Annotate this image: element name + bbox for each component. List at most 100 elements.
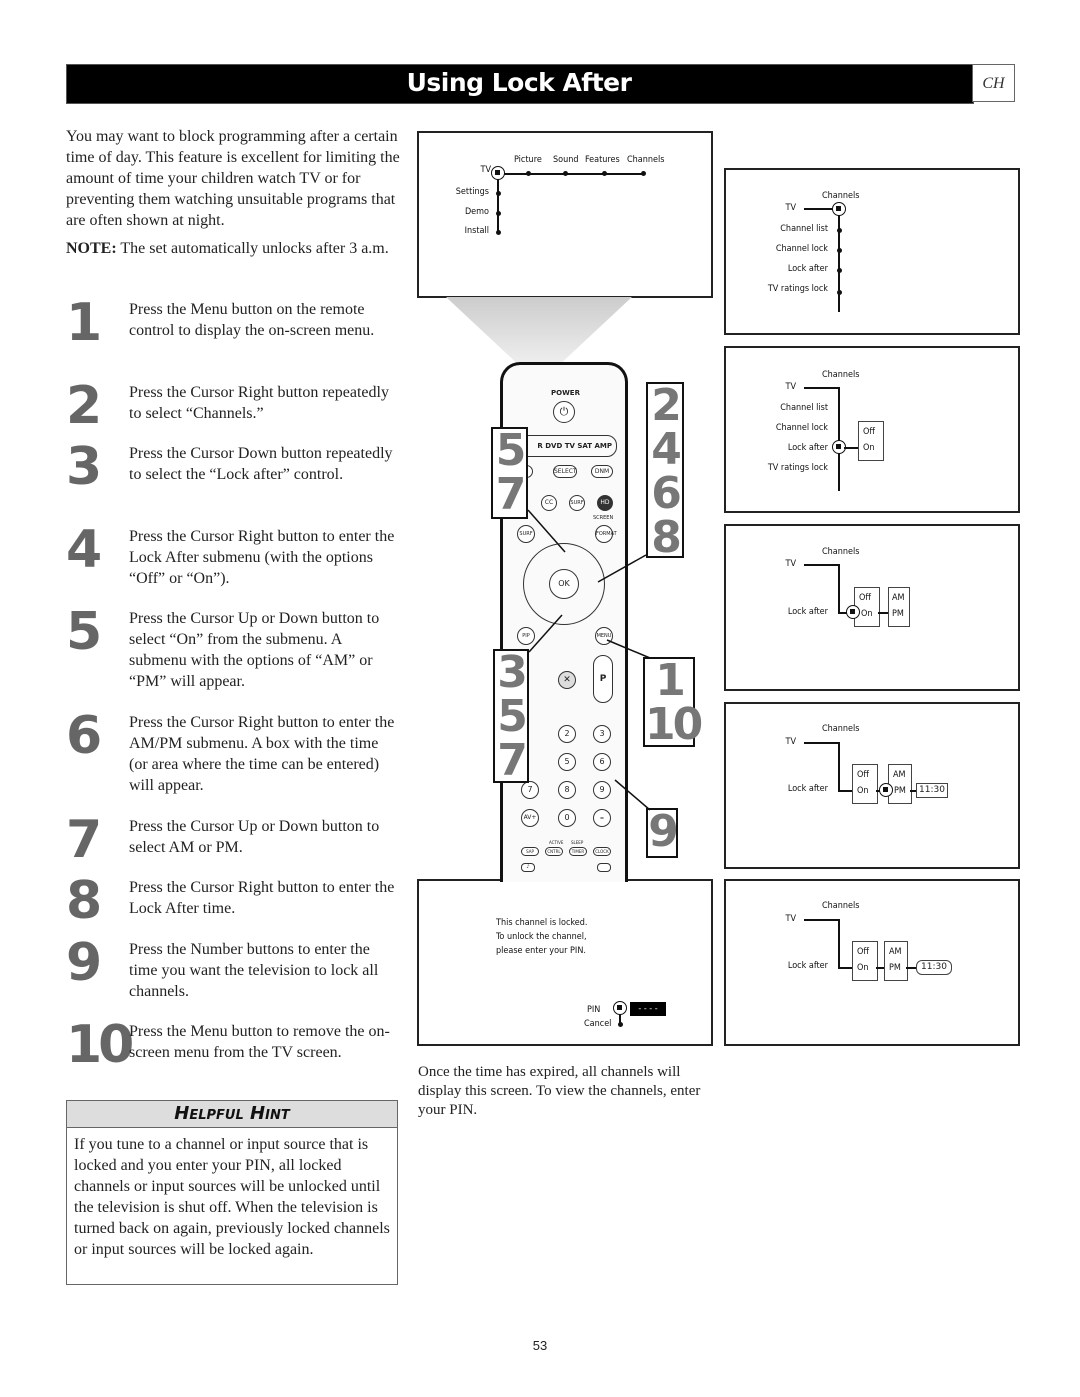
cursor-icon (846, 605, 860, 619)
spotlight-beam (446, 297, 632, 363)
step-number: 2 (66, 376, 102, 436)
step-text: Press the Number buttons to enter the ti… (129, 941, 379, 1000)
aux-button[interactable] (597, 863, 611, 872)
note-label: NOTE: (66, 240, 117, 257)
menu-item-channel-lock: Channel lock (775, 423, 828, 433)
menu-item-channels: Channels (627, 155, 665, 165)
page-number: 53 (532, 1338, 548, 1353)
menu-line (838, 919, 840, 969)
menu-dot (837, 290, 842, 295)
step-number: 4 (66, 520, 102, 580)
option-pm: PM (889, 963, 901, 973)
screen-time-entry: TV Channels Lock after Off On AM PM 11:3… (724, 702, 1020, 869)
cancel-option[interactable]: Cancel (584, 1019, 611, 1029)
menu-dot (837, 228, 842, 233)
menu-root-tv: TV (785, 203, 796, 213)
option-pm: PM (894, 786, 906, 796)
leader-line (528, 614, 563, 653)
menu-item-picture: Picture (514, 155, 542, 165)
menu-line (844, 447, 858, 449)
menu-line (838, 742, 840, 792)
menu-dot (618, 1022, 623, 1027)
step-text: Press the Cursor Right button to enter t… (129, 714, 395, 794)
menu-line (876, 967, 884, 969)
ampm-submenu: AM PM (888, 587, 910, 627)
time-value-box: 11:30 (916, 783, 948, 798)
option-off: Off (863, 427, 875, 437)
menu-line (804, 564, 838, 566)
option-am: AM (892, 593, 905, 603)
cursor-icon (613, 1001, 627, 1015)
cursor-icon (879, 783, 893, 797)
menu-line (499, 173, 645, 175)
menu-line (838, 564, 840, 614)
section-badge: CH (972, 64, 1015, 102)
option-pm: PM (892, 609, 904, 619)
screen-channels-menu: TV Channels Channel list Channel lock Lo… (724, 168, 1020, 335)
step-number: 1 (66, 293, 102, 353)
leader-line (614, 779, 651, 811)
step-text: Press the Cursor Down button repeatedly … (129, 445, 393, 483)
step-number: 10 (66, 1015, 134, 1075)
menu-dot (526, 171, 531, 176)
offon-submenu: Off On (858, 421, 884, 461)
screen-channel-locked: This channel is locked. To unlock the ch… (417, 879, 713, 1046)
step-text: Press the Menu button on the remote cont… (129, 301, 375, 339)
menu-line (497, 173, 499, 231)
option-on: On (857, 963, 869, 973)
hint-title: Helpful Hint (67, 1101, 397, 1128)
menu-item-lock-after: Lock after (787, 784, 828, 794)
menu-header-channels: Channels (822, 901, 860, 911)
step-number: 7 (66, 810, 102, 870)
menu-line (838, 967, 852, 969)
screen-lockafter-submenu: TV Channels Channel list Channel lock Lo… (724, 346, 1020, 513)
ats-button[interactable]: ♪ (521, 863, 535, 872)
locked-line-2: To unlock the channel, (496, 932, 587, 942)
step-text: Press the Cursor Right button repeatedly… (129, 384, 389, 422)
menu-dot (602, 171, 607, 176)
step-text: Press the Cursor Up or Down button to se… (129, 818, 380, 856)
screen-ampm-submenu: TV Channels Lock after Off On AM PM (724, 524, 1020, 691)
menu-root-tv: TV (785, 559, 796, 569)
step-number: 6 (66, 706, 102, 766)
menu-item-lock-after: Lock after (787, 443, 828, 453)
cursor-icon (491, 166, 505, 180)
menu-line (804, 742, 838, 744)
option-on: On (857, 786, 869, 796)
option-off: Off (857, 770, 869, 780)
step-text: Press the Menu button to remove the on-s… (129, 1023, 390, 1061)
option-am: AM (889, 947, 902, 957)
menu-item-install: Install (464, 226, 489, 236)
option-on: On (863, 443, 875, 453)
menu-item-channel-lock: Channel lock (775, 244, 828, 254)
option-am: AM (893, 770, 906, 780)
leader-line (527, 509, 566, 553)
menu-item-tv-ratings-lock: TV ratings lock (767, 463, 828, 473)
step-number: 9 (66, 933, 102, 993)
step-text: Press the Cursor Right button to enter t… (129, 879, 395, 917)
menu-line (838, 208, 840, 312)
menu-line (804, 919, 838, 921)
menu-line (906, 967, 916, 969)
page-title: Using Lock After (406, 68, 632, 97)
menu-header-channels: Channels (822, 547, 860, 557)
menu-item-channel-list: Channel list (780, 403, 828, 413)
step-number: 8 (66, 871, 102, 931)
ampm-submenu: AM PM (884, 941, 908, 981)
menu-dot (563, 171, 568, 176)
note-text: The set automatically unlocks after 3 a.… (116, 240, 389, 257)
menu-line (804, 387, 838, 389)
menu-dot (496, 230, 501, 235)
step-text: Press the Cursor Up or Down button to se… (129, 610, 380, 690)
menu-item-sound: Sound (553, 155, 579, 165)
menu-item-tv-ratings-lock: TV ratings lock (767, 284, 828, 294)
menu-dot (496, 211, 501, 216)
menu-dot (837, 248, 842, 253)
menu-item-lock-after: Lock after (787, 607, 828, 617)
menu-root-tv: TV (785, 737, 796, 747)
offon-submenu: Off On (852, 941, 878, 981)
pin-input[interactable]: - - - - (630, 1002, 666, 1016)
menu-item-channel-list: Channel list (780, 224, 828, 234)
menu-header-channels: Channels (822, 191, 860, 201)
helpful-hint-box: Helpful Hint If you tune to a channel or… (66, 1100, 398, 1285)
